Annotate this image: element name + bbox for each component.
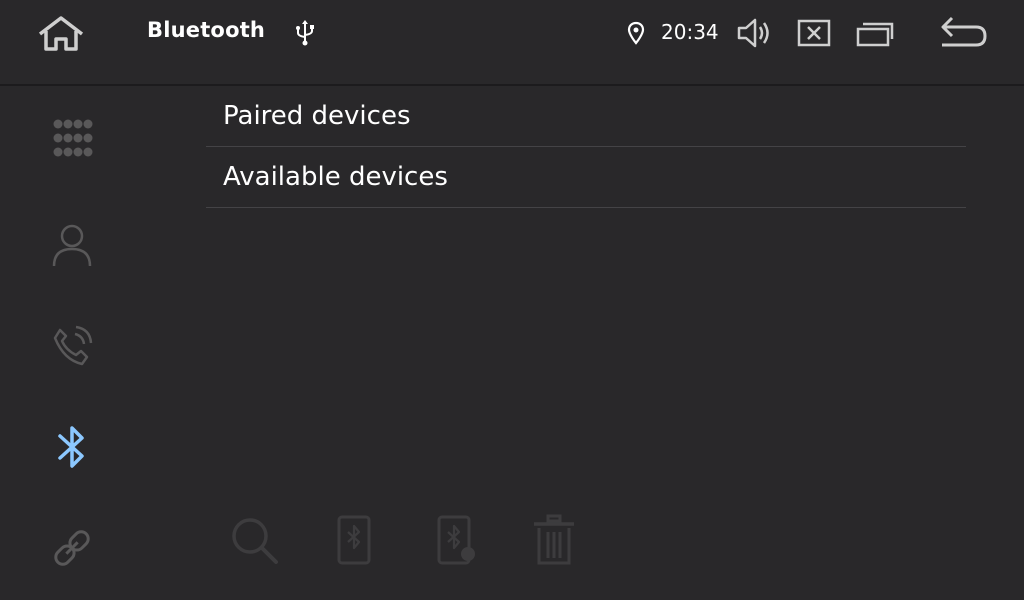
home-icon[interactable]: [36, 14, 86, 54]
bottom-toolbar: [220, 510, 600, 574]
dialpad-grid-icon[interactable]: [50, 118, 94, 158]
paired-devices-label: Paired devices: [223, 101, 411, 131]
paired-devices-row[interactable]: Paired devices: [206, 86, 966, 147]
link-icon[interactable]: [50, 526, 94, 570]
back-arrow-icon[interactable]: [938, 14, 990, 52]
device-list: Paired devices Available devices: [206, 86, 966, 208]
phone-bluetooth-icon[interactable]: [334, 514, 374, 566]
usb-icon: [296, 20, 314, 46]
person-icon[interactable]: [50, 222, 94, 268]
clock: 20:34: [661, 20, 719, 44]
close-box-icon[interactable]: [796, 17, 832, 49]
page-title: Bluetooth: [147, 18, 266, 42]
top-bar: Bluetooth 20:34: [0, 0, 1024, 86]
volume-icon[interactable]: [736, 16, 774, 50]
multi-window-icon[interactable]: [854, 17, 896, 49]
bluetooth-icon[interactable]: [52, 424, 92, 470]
location-pin-icon: [627, 21, 645, 45]
phone-bluetooth-settings-icon[interactable]: [434, 514, 478, 566]
available-devices-row[interactable]: Available devices: [206, 147, 966, 208]
sidebar: [0, 86, 142, 600]
trash-icon[interactable]: [530, 514, 578, 566]
available-devices-label: Available devices: [223, 162, 448, 192]
phone-icon[interactable]: [50, 324, 94, 368]
search-icon[interactable]: [228, 514, 280, 566]
